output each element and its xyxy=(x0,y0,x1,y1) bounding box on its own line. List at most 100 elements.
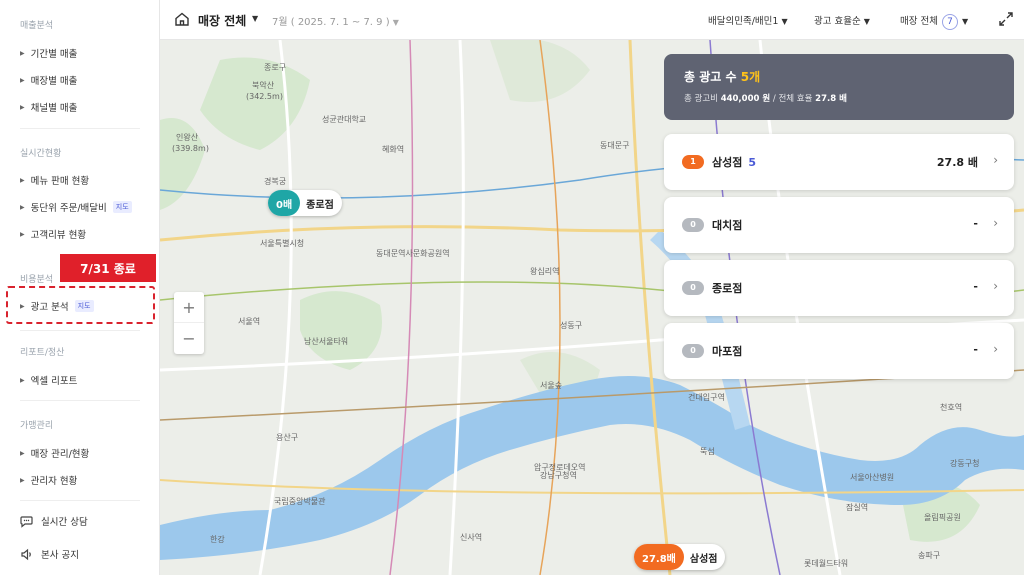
efficiency-value: - xyxy=(973,217,978,230)
total-ads-title: 총 광고 수 5개 xyxy=(684,70,761,84)
marker-value: 27.8배 xyxy=(634,544,684,570)
section-title-report: 리포트/정산 xyxy=(20,348,65,358)
store-filter[interactable]: 매장 전체 7 ▼ xyxy=(900,13,968,30)
map-label: 뚝섬 xyxy=(700,447,715,456)
store-card-jongno[interactable]: 0 종로점 - › xyxy=(664,260,1014,316)
speaker-icon xyxy=(21,548,31,560)
store-count-badge: 7 xyxy=(941,14,958,30)
chevron-right-icon: › xyxy=(993,153,998,167)
sidebar-item-admins[interactable]: ▶ 관리자 현황 xyxy=(20,473,77,487)
sidebar-item-ad-analysis[interactable]: ▶ 광고 분석 지도 xyxy=(20,299,94,313)
caret-right-icon: ▶ xyxy=(20,449,25,457)
chevron-down-icon[interactable]: ▼ xyxy=(252,14,258,23)
sidebar-item-menu-sales[interactable]: ▶ 메뉴 판매 현황 xyxy=(20,173,89,187)
map-label: 잠실역 xyxy=(846,503,869,512)
store-name: 삼성점 5 xyxy=(712,156,757,169)
store-card-daechi[interactable]: 0 대치점 - › xyxy=(664,197,1014,253)
store-marker-samsung[interactable]: 27.8배 삼성점 xyxy=(634,544,726,570)
map-label: 천호역 xyxy=(940,403,963,412)
caret-right-icon: ▶ xyxy=(20,230,25,238)
map-label: 혜화역 xyxy=(382,145,405,154)
divider xyxy=(20,400,140,401)
map-label: 압구정로데오역 xyxy=(534,463,586,472)
rank-badge: 0 xyxy=(682,344,704,358)
home-icon[interactable] xyxy=(174,11,190,27)
caret-right-icon: ▶ xyxy=(20,376,25,384)
section-title-sales: 매출분석 xyxy=(20,21,54,31)
period-select[interactable]: 7월 ( 2025. 7. 1 ~ 7. 9 ) ▼ xyxy=(272,13,399,28)
map-label: 동대문역사문화공원역 xyxy=(376,249,450,258)
store-select[interactable]: 매장 전체 xyxy=(198,12,246,29)
map-label: 인왕산 xyxy=(176,133,199,142)
store-name: 대치점 xyxy=(712,219,743,232)
sidebar-item-excel-report[interactable]: ▶ 엑셀 리포트 xyxy=(20,373,77,387)
caret-right-icon: ▶ xyxy=(20,76,25,84)
store-marker-jongno[interactable]: 0배 종로점 xyxy=(268,190,342,216)
sidebar-item-period-sales[interactable]: ▶ 기간별 매출 xyxy=(20,46,77,60)
map-label: 강동구청 xyxy=(950,459,980,468)
map-label: 성균관대학교 xyxy=(322,115,367,124)
efficiency-value: - xyxy=(973,343,978,356)
map-label: 종로구 xyxy=(264,63,287,72)
summary-detail: 총 광고비 440,000 원 / 전체 효율 27.8 배 xyxy=(684,94,847,104)
caret-right-icon: ▶ xyxy=(20,103,25,111)
hq-notice-button[interactable]: 본사 공지 xyxy=(20,547,79,561)
map-label: (342.5m) xyxy=(246,92,283,101)
caret-right-icon: ▶ xyxy=(20,49,25,57)
sidebar-item-channel-sales[interactable]: ▶ 채널별 매출 xyxy=(20,100,77,114)
caret-right-icon: ▶ xyxy=(20,476,25,484)
map-label: 올림픽공원 xyxy=(924,513,961,522)
end-date-badge: 7/31 종료 xyxy=(60,254,156,282)
chevron-down-icon: ▼ xyxy=(863,17,870,26)
rank-badge: 0 xyxy=(682,218,704,232)
map-label: 서울아산병원 xyxy=(850,473,895,482)
fullscreen-icon[interactable] xyxy=(998,11,1014,27)
map-tag: 지도 xyxy=(74,300,94,312)
caret-right-icon: ▶ xyxy=(20,302,25,310)
chat-bubble-icon xyxy=(20,515,33,528)
map-label: 용산구 xyxy=(276,433,299,442)
divider xyxy=(20,128,140,129)
rank-badge: 1 xyxy=(682,155,704,169)
map-label: 롯데월드타워 xyxy=(804,559,849,568)
map-label: 서울역 xyxy=(238,317,261,326)
divider xyxy=(20,500,140,501)
chevron-down-icon: ▼ xyxy=(781,17,788,26)
sidebar-item-store-manage[interactable]: ▶ 매장 관리/현황 xyxy=(20,446,89,460)
map-label: 서울특별시청 xyxy=(260,239,305,248)
chevron-down-icon: ▼ xyxy=(961,17,969,26)
store-name: 종로점 xyxy=(712,282,743,295)
store-card-samsung[interactable]: 1 삼성점 5 27.8 배 › xyxy=(664,134,1014,190)
chevron-right-icon: › xyxy=(993,279,998,293)
map-label: 건대입구역 xyxy=(688,393,725,402)
map-label: 경복궁 xyxy=(264,177,287,186)
marker-value: 0배 xyxy=(268,190,301,216)
sidebar-item-store-sales[interactable]: ▶ 매장별 매출 xyxy=(20,73,77,87)
caret-right-icon: ▶ xyxy=(20,203,25,211)
zoom-out-button[interactable]: − xyxy=(174,323,204,354)
map-label: 왕십리역 xyxy=(530,267,560,276)
map-label: 성동구 xyxy=(560,321,583,330)
map-label: 남산서울타워 xyxy=(304,337,349,346)
platform-filter[interactable]: 배달의민족/배민1 ▼ xyxy=(708,13,788,27)
live-chat-button[interactable]: 실시간 상담 xyxy=(20,514,88,528)
zoom-control: + − xyxy=(174,292,204,354)
zoom-in-button[interactable]: + xyxy=(174,292,204,323)
ad-summary-panel: 총 광고 수 5개 총 광고비 440,000 원 / 전체 효율 27.8 배 xyxy=(664,54,1014,120)
sort-filter[interactable]: 광고 효율순 ▼ xyxy=(814,13,870,27)
caret-right-icon: ▶ xyxy=(20,176,25,184)
map-label: (339.8m) xyxy=(172,144,209,153)
map-tag: 지도 xyxy=(112,201,132,213)
rank-badge: 0 xyxy=(682,281,704,295)
marker-name: 종로점 xyxy=(306,199,334,211)
divider xyxy=(20,330,140,331)
map-label: 신사역 xyxy=(460,533,483,542)
top-bar: 매장 전체 ▼ 7월 ( 2025. 7. 1 ~ 7. 9 ) ▼ 배달의민족… xyxy=(160,0,1024,40)
store-card-mapo[interactable]: 0 마포점 - › xyxy=(664,323,1014,379)
sidebar-item-reviews[interactable]: ▶ 고객리뷰 현황 xyxy=(20,227,86,241)
section-title-cost: 비용분석 xyxy=(20,275,54,285)
total-ads-count: 5개 xyxy=(740,70,761,84)
sidebar-item-dong-orders[interactable]: ▶ 동단위 주문/배달비 지도 xyxy=(20,200,132,214)
chevron-right-icon: › xyxy=(993,342,998,356)
map-label: 서울숲 xyxy=(540,381,563,390)
